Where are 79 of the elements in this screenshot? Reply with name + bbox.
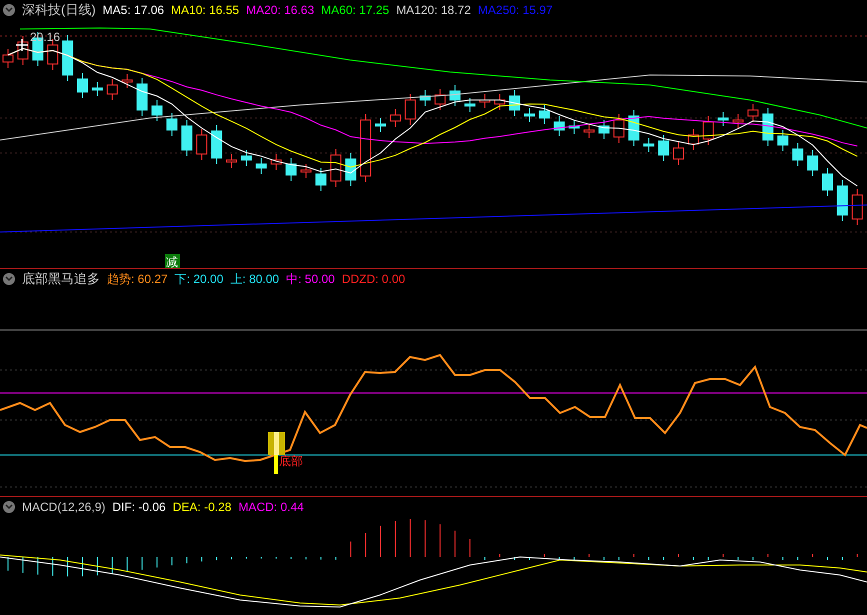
candle xyxy=(822,168,833,196)
collapse-icon[interactable] xyxy=(3,4,15,16)
high-marker-icon xyxy=(15,38,29,52)
candle xyxy=(256,158,267,174)
bottom-signal-label: 底部 xyxy=(279,454,303,468)
candle xyxy=(807,150,818,176)
candle xyxy=(628,110,640,146)
legend-value: 中: 50.00 xyxy=(286,271,335,288)
candle xyxy=(762,108,774,146)
candle xyxy=(568,120,580,134)
candle xyxy=(286,158,297,182)
candle xyxy=(434,88,446,110)
candle xyxy=(240,150,252,166)
panel-title: MACD(12,26,9) xyxy=(22,499,106,516)
legend-value: MACD: 0.44 xyxy=(238,499,304,516)
candle xyxy=(702,116,714,146)
candle xyxy=(181,120,192,156)
legend-value: MA60: 17.25 xyxy=(321,2,390,19)
candle xyxy=(524,108,535,122)
legend-value: MA5: 17.06 xyxy=(102,2,164,19)
candle xyxy=(464,98,476,112)
legend-value: 上: 80.00 xyxy=(230,271,280,288)
candle xyxy=(196,128,208,160)
candle xyxy=(732,114,744,128)
candle xyxy=(554,116,565,136)
legend-value: DEA: -0.28 xyxy=(172,499,232,516)
candle xyxy=(166,112,178,136)
candle xyxy=(330,148,342,188)
collapse-icon[interactable] xyxy=(3,501,15,513)
candle xyxy=(360,114,372,182)
candle xyxy=(613,114,624,144)
legend-value: MA250: 15.97 xyxy=(478,2,553,19)
candle xyxy=(226,154,237,168)
candle xyxy=(122,74,133,88)
candle xyxy=(77,72,88,98)
legend-value: MA20: 16.63 xyxy=(246,2,314,19)
candle xyxy=(92,82,103,96)
candle xyxy=(777,130,788,152)
legend-value: 趋势: 60.27 xyxy=(107,271,168,288)
candle xyxy=(688,128,699,150)
candle xyxy=(17,36,28,66)
candle xyxy=(748,104,758,122)
legend-value: DIF: -0.06 xyxy=(112,499,166,516)
candle xyxy=(345,152,356,186)
candle xyxy=(718,112,729,126)
candle xyxy=(2,48,14,68)
candle xyxy=(792,142,804,166)
collapse-icon[interactable] xyxy=(3,273,15,285)
legend-value: MA10: 16.55 xyxy=(171,2,240,19)
candle xyxy=(390,108,401,128)
candle xyxy=(852,188,863,226)
candle xyxy=(673,142,684,166)
candle xyxy=(404,94,416,126)
candle xyxy=(420,90,431,106)
candle xyxy=(315,168,326,192)
panel-title: 深科技(日线) xyxy=(22,1,96,20)
candle xyxy=(509,90,520,116)
candle xyxy=(152,100,162,122)
candle xyxy=(643,138,654,152)
legend-value: MA120: 18.72 xyxy=(396,2,471,19)
legend-value: 下: 20.00 xyxy=(174,271,224,288)
candle xyxy=(211,124,222,164)
candle xyxy=(300,164,312,178)
candle xyxy=(658,134,670,162)
candle xyxy=(450,84,460,106)
candle xyxy=(136,78,148,116)
candle xyxy=(494,94,506,110)
candle xyxy=(106,78,118,100)
candle xyxy=(538,104,550,124)
candle xyxy=(479,94,490,108)
candle xyxy=(584,124,595,138)
candle xyxy=(270,154,282,170)
panel-title: 底部黑马追多 xyxy=(22,270,100,288)
legend-value: DDZD: 0.00 xyxy=(342,271,406,288)
candle xyxy=(62,34,74,82)
candle xyxy=(598,120,610,140)
candle xyxy=(375,118,386,132)
signal-label: 减 xyxy=(165,254,180,268)
candle xyxy=(836,180,848,222)
